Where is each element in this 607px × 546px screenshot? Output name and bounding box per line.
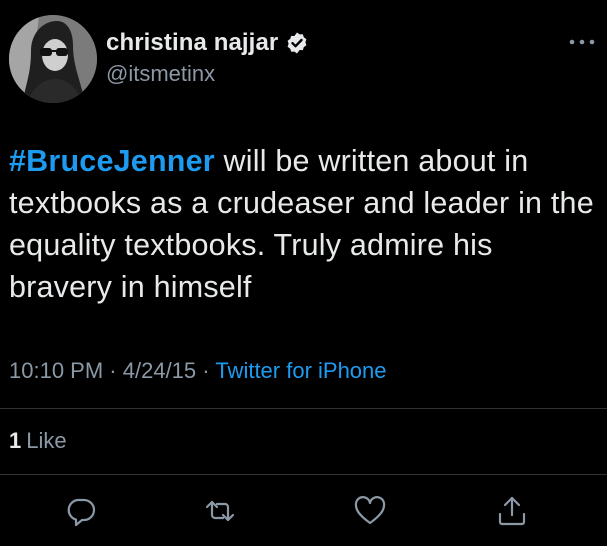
like-count: 1 <box>9 428 22 453</box>
meta-separator: · <box>109 358 117 383</box>
divider <box>0 408 607 409</box>
like-icon[interactable] <box>353 494 387 528</box>
avatar[interactable] <box>9 15 97 103</box>
display-name[interactable]: christina najjar <box>106 29 278 57</box>
divider <box>0 474 607 475</box>
like-label: Like <box>26 428 67 453</box>
retweet-icon[interactable] <box>203 494 237 528</box>
source-link[interactable]: Twitter for iPhone <box>215 358 386 383</box>
handle[interactable]: @itsmetinx <box>106 61 309 87</box>
share-icon[interactable] <box>495 494 529 528</box>
avatar-photo-icon <box>9 15 97 103</box>
tweet-body: #BruceJenner will be written about in te… <box>9 140 599 308</box>
tweet-date[interactable]: 4/24/15 <box>123 358 196 383</box>
meta-separator: · <box>202 358 210 383</box>
like-stats[interactable]: 1 Like <box>9 428 67 454</box>
reply-icon[interactable] <box>64 494 98 528</box>
tweet-time[interactable]: 10:10 PM <box>9 358 103 383</box>
tweet-header: christina najjar @itsmetinx <box>9 15 599 103</box>
verified-badge-icon <box>285 31 309 55</box>
more-options-icon[interactable] <box>567 35 597 49</box>
hashtag-link[interactable]: #BruceJenner <box>9 144 215 178</box>
action-bar <box>0 494 607 528</box>
tweet-meta: 10:10 PM · 4/24/15 · Twitter for iPhone <box>9 358 387 384</box>
author-info: christina najjar @itsmetinx <box>106 29 309 87</box>
